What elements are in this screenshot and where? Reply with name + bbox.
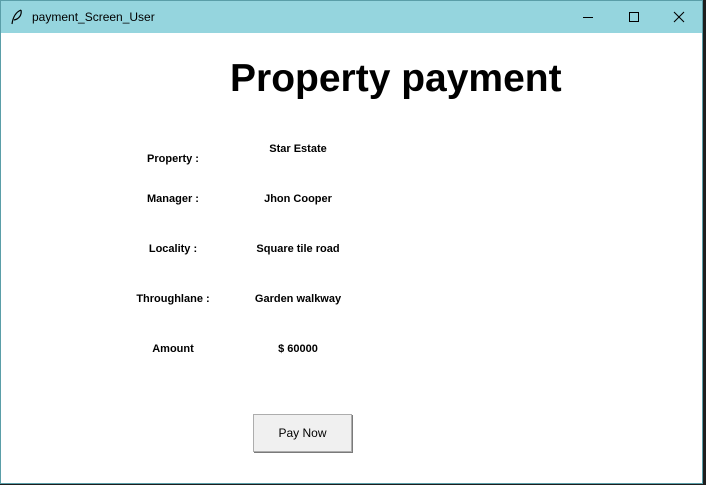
close-button[interactable] bbox=[656, 1, 702, 33]
maximize-button[interactable] bbox=[611, 1, 657, 33]
throughlane-label: Throughlane : bbox=[136, 293, 210, 305]
payment-window: payment_Screen_User Property payment Pro… bbox=[0, 0, 703, 484]
close-icon bbox=[673, 11, 685, 23]
page-title: Property payment bbox=[230, 57, 562, 100]
amount-label: Amount bbox=[152, 343, 194, 355]
window-title: payment_Screen_User bbox=[32, 10, 155, 24]
pay-now-button[interactable]: Pay Now bbox=[253, 414, 352, 452]
feather-icon bbox=[10, 9, 24, 25]
manager-value: Jhon Cooper bbox=[264, 193, 332, 205]
maximize-icon bbox=[629, 12, 639, 22]
property-label: Property : bbox=[147, 153, 199, 165]
manager-label: Manager : bbox=[147, 193, 199, 205]
minimize-button[interactable] bbox=[565, 1, 611, 33]
throughlane-value: Garden walkway bbox=[254, 293, 342, 305]
amount-value: $ 60000 bbox=[278, 343, 318, 355]
minimize-icon bbox=[583, 17, 593, 18]
locality-label: Locality : bbox=[148, 243, 198, 255]
title-bar[interactable]: payment_Screen_User bbox=[1, 1, 702, 33]
property-value: Star Estate bbox=[269, 143, 327, 155]
locality-value: Square tile road bbox=[256, 243, 340, 255]
